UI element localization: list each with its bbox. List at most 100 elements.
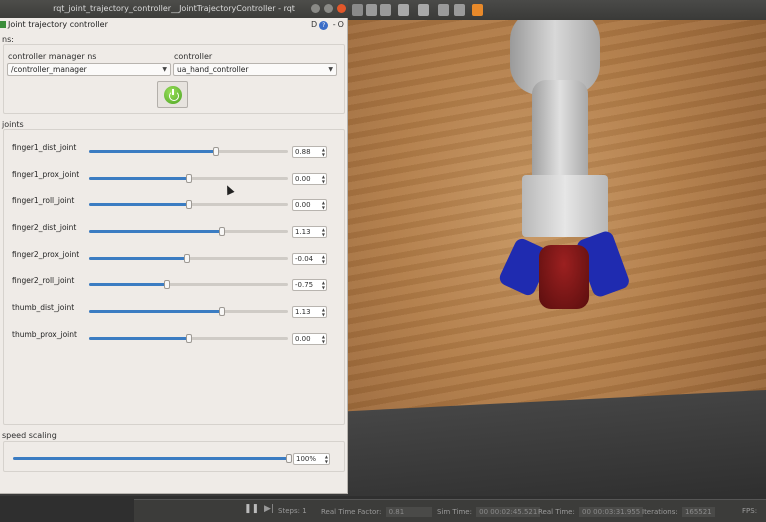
joint-slider[interactable] <box>89 307 288 316</box>
real-time-value: 00 00:03:31.955 <box>579 507 644 517</box>
joint-slider-handle[interactable] <box>163 280 170 289</box>
joint-slider-fill <box>89 337 189 340</box>
enable-controller-button[interactable] <box>157 81 188 108</box>
joint-value: 0.88 <box>295 148 311 156</box>
step-icon[interactable]: ▶| <box>264 504 274 514</box>
sphere-icon[interactable] <box>418 4 429 16</box>
fps-label: FPS: <box>742 507 758 515</box>
controller-manager-label: controller manager ns <box>8 52 97 61</box>
joint-name: finger1_roll_joint <box>12 196 75 205</box>
joint-value-spinbox[interactable]: -0.75 ▲ ▼ <box>292 279 327 291</box>
plugin-icon <box>0 21 6 28</box>
plugin-title: Joint trajectory controller <box>8 20 108 29</box>
joint-slider-fill <box>89 150 217 153</box>
speed-scaling-spinbox[interactable]: 100% ▲ ▼ <box>293 453 330 465</box>
copy-icon[interactable] <box>438 4 449 16</box>
joint-name: finger2_prox_joint <box>12 250 80 259</box>
controller-select[interactable]: ua_hand_controller ▼ <box>173 63 337 76</box>
ns-label: ns: <box>2 35 14 44</box>
chevron-down-icon: ▼ <box>328 66 333 73</box>
joint-slider-handle[interactable] <box>213 147 220 156</box>
box-icon[interactable] <box>398 4 409 16</box>
joint-name: finger1_dist_joint <box>12 143 77 152</box>
joint-slider[interactable] <box>89 147 288 156</box>
spin-arrows-icon[interactable]: ▲ ▼ <box>322 307 325 317</box>
rtf-readout: Real Time Factor: 0.81 <box>321 507 432 517</box>
red-cylinder-object[interactable] <box>539 245 589 309</box>
rtf-label: Real Time Factor: <box>321 508 382 516</box>
speed-scaling-slider[interactable] <box>13 457 289 460</box>
close-plugin-button[interactable]: O <box>338 20 344 29</box>
spin-arrows-icon[interactable]: ▲ ▼ <box>322 200 325 210</box>
joint-slider[interactable] <box>89 200 288 209</box>
joint-value-spinbox[interactable]: 1.13 ▲ ▼ <box>292 226 327 238</box>
joint-value-spinbox[interactable]: 0.00 ▲ ▼ <box>292 199 327 211</box>
minimize-plugin-button[interactable]: - <box>333 20 336 29</box>
joint-value-spinbox[interactable]: 1.13 ▲ ▼ <box>292 306 327 318</box>
sim-time-readout: Sim Time: 00 00:02:45.521 <box>437 507 541 517</box>
joint-name: finger2_dist_joint <box>12 223 77 232</box>
iterations-value: 165521 <box>681 507 715 517</box>
real-time-readout: Real Time: 00 00:03:31.955 <box>538 507 644 517</box>
joint-slider-handle[interactable] <box>183 254 190 263</box>
rotate-icon[interactable] <box>380 4 391 16</box>
robot-hand-base <box>522 175 608 237</box>
chevron-down-icon: ▼ <box>162 66 167 73</box>
speed-scaling-value: 100% <box>296 455 317 463</box>
joint-slider-fill <box>89 203 189 206</box>
iterations-readout: Iterations: 165521 <box>642 507 715 517</box>
joint-name: finger2_roll_joint <box>12 276 75 285</box>
iterations-label: Iterations: <box>642 508 678 516</box>
joint-slider[interactable] <box>89 280 288 289</box>
controller-label: controller <box>174 52 213 61</box>
joint-slider-handle[interactable] <box>185 200 192 209</box>
spin-arrows-icon[interactable]: ▲ ▼ <box>322 147 325 157</box>
joint-value-spinbox[interactable]: -0.04 ▲ ▼ <box>292 253 327 265</box>
joint-name: finger1_prox_joint <box>12 170 80 179</box>
play-icon[interactable]: ❚❚ <box>244 504 259 514</box>
spin-arrows-icon[interactable]: ▲ ▼ <box>322 227 325 237</box>
window-title: rqt_joint_trajectory_controller__JointTr… <box>0 0 348 18</box>
close-button[interactable] <box>337 4 346 13</box>
maximize-button[interactable] <box>324 4 333 13</box>
gazebo-status-bar: ❚❚ ▶| Steps: 1 Real Time Factor: 0.81 Si… <box>134 499 766 522</box>
rqt-window: rqt_joint_trajectory_controller__JointTr… <box>0 0 348 494</box>
steps-value[interactable]: 1 <box>302 507 306 515</box>
controller-manager-select[interactable]: /controller_manager ▼ <box>7 63 171 76</box>
joint-slider-fill <box>89 257 187 260</box>
joint-slider[interactable] <box>89 174 288 183</box>
joint-slider-fill <box>89 283 167 286</box>
sim-time-label: Sim Time: <box>437 508 472 516</box>
translate-icon[interactable] <box>366 4 377 16</box>
spin-arrows-icon[interactable]: ▲ ▼ <box>322 334 325 344</box>
joint-value: 1.13 <box>295 308 311 316</box>
joint-slider-handle[interactable] <box>219 227 226 236</box>
joint-slider-handle[interactable] <box>185 174 192 183</box>
light-icon[interactable] <box>472 4 483 16</box>
joint-slider[interactable] <box>89 334 288 343</box>
spin-arrows-icon[interactable]: ▲ ▼ <box>322 254 325 264</box>
help-icon[interactable]: ? <box>319 21 329 30</box>
fps-readout: FPS: <box>742 507 757 515</box>
joint-value-spinbox[interactable]: 0.88 ▲ ▼ <box>292 146 327 158</box>
spin-arrows-icon[interactable]: ▲ ▼ <box>322 280 325 290</box>
joint-value: -0.04 <box>295 255 314 263</box>
joint-slider[interactable] <box>89 254 288 263</box>
joint-value: -0.75 <box>295 281 314 289</box>
joint-slider-handle[interactable] <box>219 307 226 316</box>
speed-scaling-handle[interactable] <box>286 454 292 463</box>
spin-arrows-icon[interactable]: ▲ ▼ <box>322 174 325 184</box>
joint-value-spinbox[interactable]: 0.00 ▲ ▼ <box>292 173 327 185</box>
steps-readout: Steps: 1 <box>278 507 307 515</box>
spin-arrows-icon[interactable]: ▲ ▼ <box>325 454 328 464</box>
select-icon[interactable] <box>352 4 363 16</box>
snap-icon[interactable] <box>454 4 465 16</box>
minimize-button[interactable] <box>311 4 320 13</box>
plugin-buttons: D? -O <box>311 20 346 30</box>
joint-slider[interactable] <box>89 227 288 236</box>
dock-button[interactable]: D <box>311 20 317 29</box>
joint-slider-handle[interactable] <box>185 334 192 343</box>
joint-value-spinbox[interactable]: 0.00 ▲ ▼ <box>292 333 327 345</box>
joint-name: thumb_prox_joint <box>12 330 77 339</box>
joint-name: thumb_dist_joint <box>12 303 75 312</box>
